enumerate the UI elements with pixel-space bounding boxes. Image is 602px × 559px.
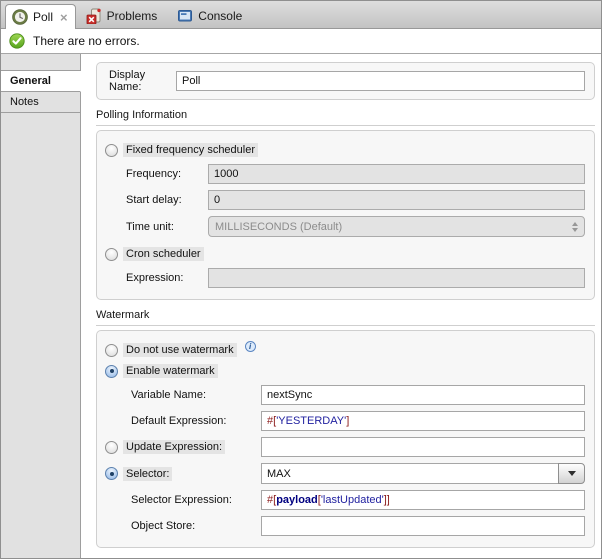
- tab-label: Poll: [33, 10, 53, 24]
- section-title-polling: Polling Information: [96, 109, 595, 126]
- watermark-group: Do not use watermark i Enable watermark …: [96, 330, 595, 548]
- time-unit-value: MILLISECONDS (Default): [215, 221, 342, 233]
- update-expression-field: Update Expression:: [105, 437, 585, 457]
- stepper-icon: [572, 222, 578, 232]
- sidebar-item-notes[interactable]: Notes: [1, 92, 81, 113]
- tab-problems[interactable]: Problems: [76, 3, 168, 28]
- enable-watermark-label[interactable]: Enable watermark: [123, 364, 218, 378]
- enable-watermark-radio[interactable]: [105, 365, 118, 378]
- tab-label: Problems: [107, 9, 158, 23]
- cron-label[interactable]: Cron scheduler: [123, 247, 204, 261]
- tab-bar: Poll × Problems Console: [1, 1, 601, 29]
- selector-radio[interactable]: [105, 467, 118, 480]
- display-name-input[interactable]: [176, 71, 585, 91]
- sidebar-item-general[interactable]: General: [1, 71, 81, 92]
- cron-expression-input: [208, 268, 585, 288]
- update-expression-radio[interactable]: [105, 441, 118, 454]
- tab-poll[interactable]: Poll ×: [5, 4, 76, 29]
- selector-combo-value[interactable]: MAX: [261, 463, 558, 484]
- expression-token: payload: [276, 494, 318, 506]
- sidebar-filler: [1, 113, 81, 558]
- sidebar-header: [1, 54, 81, 71]
- object-store-input[interactable]: [261, 516, 585, 536]
- object-store-field: Object Store:: [105, 516, 585, 536]
- time-unit-label: Time unit:: [126, 221, 208, 233]
- expression-token: 'YESTERDAY': [276, 415, 346, 427]
- start-delay-field: Start delay:: [105, 190, 585, 210]
- expression-token: ]: [346, 415, 349, 427]
- object-store-label: Object Store:: [131, 520, 261, 532]
- cron-expression-field: Expression:: [105, 268, 585, 288]
- frequency-label: Frequency:: [126, 168, 208, 180]
- clock-icon: [12, 9, 28, 25]
- problems-icon: [86, 8, 102, 24]
- start-delay-input: [208, 190, 585, 210]
- no-watermark-radio[interactable]: [105, 344, 118, 357]
- selector-label[interactable]: Selector:: [123, 467, 172, 481]
- frequency-field: Frequency:: [105, 164, 585, 184]
- poll-properties-window: Poll × Problems Console There are no err…: [0, 0, 602, 559]
- sidebar: General Notes: [1, 54, 81, 558]
- default-expression-label: Default Expression:: [131, 415, 261, 427]
- selector-expression-field: Selector Expression: #[ payload [ 'lastU…: [105, 490, 585, 510]
- polling-group: Fixed frequency scheduler Frequency: Sta…: [96, 130, 595, 300]
- frequency-input: [208, 164, 585, 184]
- chevron-down-icon[interactable]: [558, 463, 585, 484]
- expression-token: ]]: [384, 494, 390, 506]
- variable-name-field: Variable Name:: [105, 385, 585, 405]
- update-expression-input[interactable]: [261, 437, 585, 457]
- expression-token: #[: [267, 494, 276, 506]
- no-watermark-row: Do not use watermark i: [105, 343, 585, 357]
- default-expression-field: Default Expression: #[ 'YESTERDAY' ]: [105, 411, 585, 431]
- info-icon[interactable]: i: [245, 341, 256, 352]
- selector-expression-input[interactable]: #[ payload [ 'lastUpdated' ]]: [261, 490, 585, 510]
- enable-watermark-row: Enable watermark: [105, 364, 585, 378]
- status-message: There are no errors.: [33, 34, 140, 48]
- cron-row: Cron scheduler: [105, 247, 585, 261]
- selector-combo[interactable]: MAX: [261, 463, 585, 484]
- display-name-group: Display Name:: [96, 62, 595, 100]
- time-unit-field: Time unit: MILLISECONDS (Default): [105, 216, 585, 237]
- update-expression-label[interactable]: Update Expression:: [123, 440, 225, 454]
- default-expression-input[interactable]: #[ 'YESTERDAY' ]: [261, 411, 585, 431]
- section-title-watermark: Watermark: [96, 309, 595, 326]
- selector-field: Selector: MAX: [105, 463, 585, 484]
- fixed-frequency-row: Fixed frequency scheduler: [105, 143, 585, 157]
- fixed-frequency-radio[interactable]: [105, 144, 118, 157]
- properties-panel: Display Name: Polling Information Fixed …: [81, 54, 601, 558]
- variable-name-label: Variable Name:: [131, 389, 261, 401]
- time-unit-select: MILLISECONDS (Default): [208, 216, 585, 237]
- close-icon[interactable]: ×: [60, 11, 68, 24]
- no-watermark-label[interactable]: Do not use watermark: [123, 343, 237, 357]
- cron-expression-label: Expression:: [126, 272, 208, 284]
- cron-radio[interactable]: [105, 248, 118, 261]
- console-icon: [177, 8, 193, 24]
- display-name-label: Display Name:: [109, 69, 176, 93]
- expression-token: 'lastUpdated': [321, 494, 384, 506]
- variable-name-input[interactable]: [261, 385, 585, 405]
- tab-console[interactable]: Console: [167, 3, 252, 28]
- check-icon: [9, 33, 25, 49]
- selector-expression-label: Selector Expression:: [131, 494, 261, 506]
- expression-token: #[: [267, 415, 276, 427]
- fixed-frequency-label[interactable]: Fixed frequency scheduler: [123, 143, 258, 157]
- status-bar: There are no errors.: [1, 29, 601, 54]
- tab-label: Console: [198, 9, 242, 23]
- start-delay-label: Start delay:: [126, 194, 208, 206]
